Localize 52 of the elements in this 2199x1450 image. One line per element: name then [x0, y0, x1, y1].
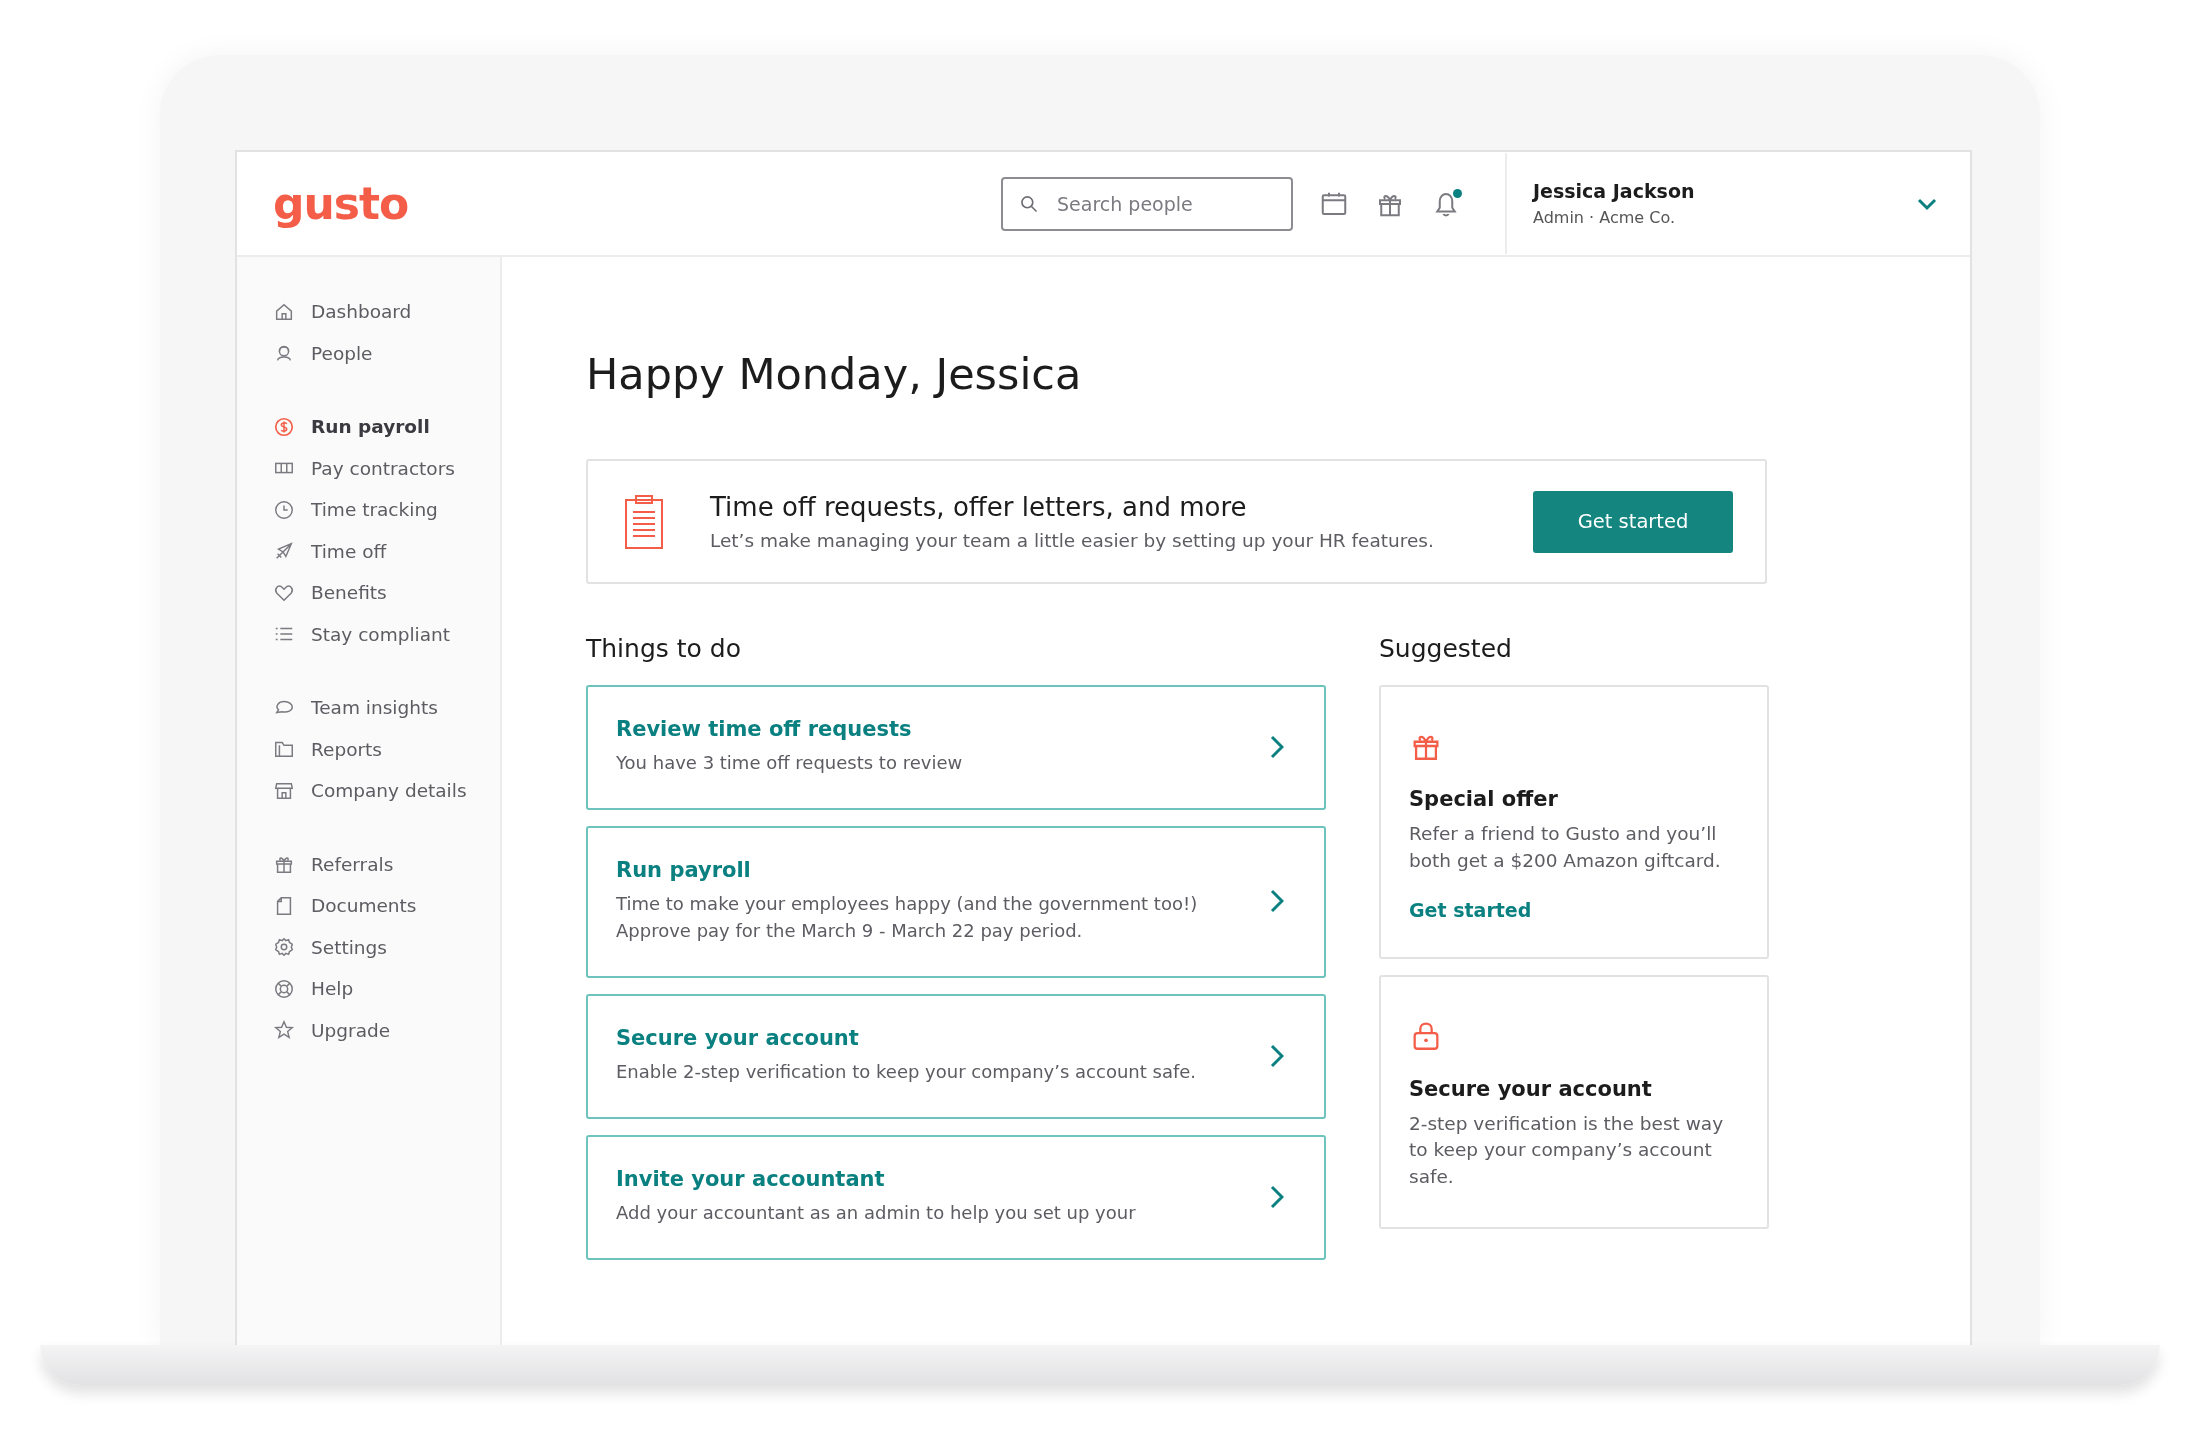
chevron-right-icon: [1270, 1184, 1284, 1209]
user-role: Admin · Acme Co.: [1533, 208, 1676, 227]
greeting-heading: Happy Monday, Jessica: [586, 349, 1083, 399]
suggestion-text: Refer a friend to Gusto and you’ll both get a $200 Amazon giftcard.: [1409, 822, 1722, 873]
clipboard-icon: [624, 493, 664, 550]
account-menu[interactable]: Jessica Jackson Admin · Acme Co.: [1505, 153, 1970, 254]
task-description: Add your accountant as an admin to help you set up your: [616, 1201, 1137, 1225]
banner-text: Let’s make managing your team a little easier by setting up your HR features.: [710, 530, 1434, 551]
search-field[interactable]: Search people: [1001, 176, 1293, 231]
sidebar-item[interactable]: Settings: [237, 926, 500, 968]
task-description: Time to make your employees happy (and the government too!) Approve pay for the March 9 - March 22 pay period.: [616, 892, 1199, 943]
banner-title: Time off requests, offer letters, and more: [710, 492, 1248, 522]
chevron-right-icon: [1270, 1043, 1284, 1068]
sidebar-item[interactable]: Pay contractors: [237, 447, 500, 489]
chevron-right-icon: [1270, 734, 1284, 759]
task-description: Enable 2-step verification to keep your company’s account safe.: [616, 1060, 1198, 1084]
sidebar-item[interactable]: Help: [237, 968, 500, 1010]
task-title: Secure your account: [616, 1026, 860, 1050]
suggestion-text: 2-step verification is the best way to keep your company’s account safe.: [1409, 1111, 1725, 1190]
dollar-icon: [273, 415, 295, 438]
settings-icon: [273, 936, 295, 959]
user-name: Jessica Jackson: [1533, 180, 1695, 202]
chevron-right-icon: [1270, 889, 1284, 913]
get-started-button[interactable]: Get started: [1533, 490, 1733, 553]
task-title: Run payroll: [616, 858, 752, 882]
task-card[interactable]: Review time off requests You have 3 time off requests to review: [586, 685, 1326, 810]
suggestion-title: Secure your account: [1409, 1076, 1653, 1101]
sidebar-item[interactable]: Referrals: [237, 843, 500, 885]
section-heading: Things to do: [586, 634, 742, 663]
task-card[interactable]: Secure your account Enable 2-step verification to keep your company’s account safe.: [586, 994, 1326, 1119]
lifebuoy-icon: [273, 977, 295, 1000]
sidebar-item[interactable]: Dashboard: [237, 291, 500, 333]
task-title: Review time off requests: [616, 717, 913, 741]
sidebar-item[interactable]: Upgrade: [237, 1009, 500, 1051]
sidebar-item[interactable]: Company details: [237, 770, 500, 812]
sidebar-item[interactable]: Stay compliant: [237, 613, 500, 655]
task-title: Invite your accountant: [616, 1167, 886, 1191]
task-card[interactable]: Run payroll Time to make your employees happy (and the government too!) Approve pay for the March 9 - March 22 pay period.: [586, 826, 1326, 978]
task-description: You have 3 time off requests to review: [616, 751, 964, 775]
sidebar-item[interactable]: Documents: [237, 885, 500, 927]
task-card[interactable]: Invite your accountant Add your accountant as an admin to help you set up your: [586, 1135, 1326, 1260]
sidebar-item[interactable]: Time tracking: [237, 489, 500, 531]
sidebar-item[interactable]: People: [237, 332, 500, 374]
get-started-link[interactable]: Get started: [1409, 898, 1532, 921]
clock-icon: [273, 498, 295, 521]
sidebar-item[interactable]: Reports: [237, 728, 500, 770]
sidebar-item[interactable]: Time off: [237, 530, 500, 572]
sidebar-item[interactable]: Team insights: [237, 687, 500, 729]
section-heading: Suggested: [1379, 634, 1513, 663]
sidebar-item[interactable]: Benefits: [237, 572, 500, 614]
suggestion-title: Special offer: [1409, 787, 1559, 811]
sidebar-item[interactable]: Run payroll: [237, 406, 500, 448]
